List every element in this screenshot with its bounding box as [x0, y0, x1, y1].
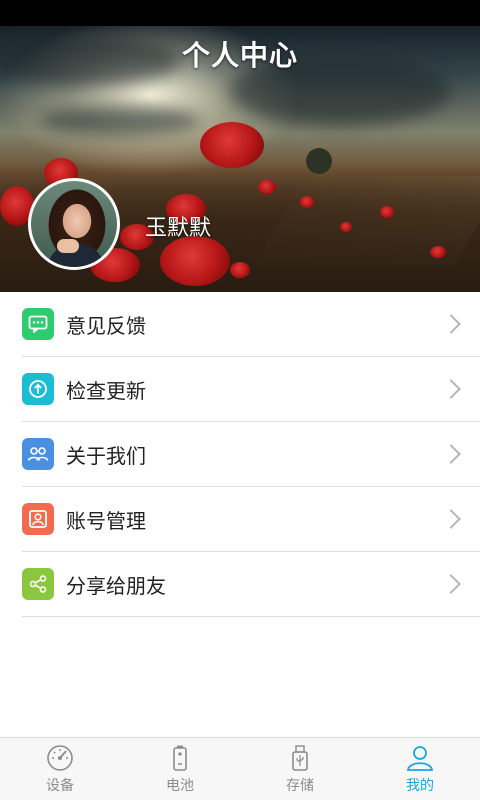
menu-item-label: 关于我们 — [66, 443, 146, 468]
update-icon — [22, 373, 54, 405]
avatar[interactable] — [28, 178, 120, 270]
tab-battery[interactable]: 电池 — [120, 738, 240, 800]
chevron-right-icon — [441, 509, 461, 529]
page-title: 个人中心 — [181, 39, 298, 72]
menu-item-label: 分享给朋友 — [66, 573, 166, 598]
gauge-icon — [47, 745, 73, 771]
usb-storage-icon — [292, 745, 308, 771]
tab-label: 设备 — [46, 778, 74, 794]
menu-item-share[interactable]: 分享给朋友 — [22, 552, 480, 617]
chevron-right-icon — [441, 314, 461, 334]
menu-item-check-update[interactable]: 检查更新 — [22, 357, 480, 422]
person-icon — [406, 746, 434, 771]
tab-label: 我的 — [406, 778, 434, 794]
menu-item-label: 账号管理 — [66, 508, 146, 533]
tab-label: 电池 — [166, 778, 194, 794]
feedback-icon — [22, 308, 54, 340]
tab-device[interactable]: 设备 — [0, 738, 120, 800]
status-bar — [0, 0, 480, 26]
bottom-tab-bar: 设备 电池 存储 我的 — [0, 737, 480, 800]
menu-item-account[interactable]: 账号管理 — [22, 487, 480, 552]
settings-menu: 意见反馈 检查更新 关于我们 账号管理 分享给朋友 — [0, 292, 480, 617]
chevron-right-icon — [441, 444, 461, 464]
tab-mine[interactable]: 我的 — [360, 738, 480, 800]
battery-icon — [173, 745, 187, 771]
tab-storage[interactable]: 存储 — [240, 738, 360, 800]
chevron-right-icon — [441, 574, 461, 594]
tab-label: 存储 — [286, 778, 314, 794]
menu-item-about-us[interactable]: 关于我们 — [22, 422, 480, 487]
account-icon — [22, 503, 54, 535]
chevron-right-icon — [441, 379, 461, 399]
menu-item-label: 检查更新 — [66, 378, 146, 403]
share-icon — [22, 568, 54, 600]
about-icon — [22, 438, 54, 470]
menu-item-label: 意见反馈 — [66, 313, 146, 338]
user-name: 玉默默 — [145, 216, 212, 241]
menu-item-feedback[interactable]: 意见反馈 — [22, 292, 480, 357]
